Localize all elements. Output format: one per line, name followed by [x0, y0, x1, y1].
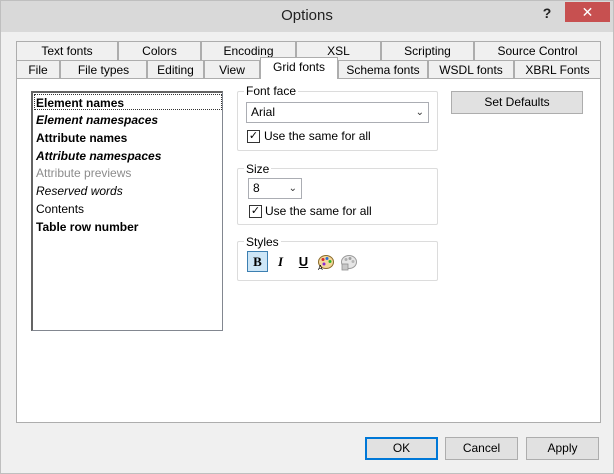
tab-view[interactable]: View — [204, 60, 260, 79]
tab-file[interactable]: File — [16, 60, 60, 79]
palette-icon: A — [317, 255, 334, 272]
chevron-down-icon: ⌄ — [415, 107, 424, 118]
tab-editing[interactable]: Editing — [147, 60, 204, 79]
tab-grid-fonts[interactable]: Grid fonts — [260, 57, 338, 79]
tab-text-fonts[interactable]: Text fonts — [16, 41, 118, 60]
background-palette-icon — [340, 255, 357, 271]
bold-button[interactable]: B — [247, 251, 268, 272]
size-same-checkbox[interactable]: ✓ — [249, 205, 262, 218]
set-defaults-button[interactable]: Set Defaults — [451, 91, 583, 114]
italic-button[interactable]: I — [270, 251, 291, 272]
tab-colors[interactable]: Colors — [118, 41, 201, 60]
font-face-value: Arial — [251, 105, 276, 119]
underline-button[interactable]: U — [293, 251, 314, 272]
font-face-same-checkbox[interactable]: ✓ — [247, 130, 260, 143]
svg-text:A: A — [318, 265, 323, 271]
font-face-label: Font face — [244, 84, 299, 98]
cancel-button[interactable]: Cancel — [445, 437, 518, 460]
options-dialog: Options ? ✕ Text fonts Colors Encoding X… — [0, 0, 614, 474]
list-item-reserved-words[interactable]: Reserved words — [36, 183, 123, 199]
styles-label: Styles — [244, 235, 281, 249]
list-item-attribute-namespaces[interactable]: Attribute namespaces — [36, 148, 161, 164]
tab-schema-fonts[interactable]: Schema fonts — [338, 60, 428, 79]
chevron-down-icon: ⌄ — [288, 183, 297, 194]
tab-scripting[interactable]: Scripting — [381, 41, 474, 60]
size-same-label: Use the same for all — [265, 204, 372, 218]
list-item-attribute-names[interactable]: Attribute names — [36, 130, 127, 146]
close-button[interactable]: ✕ — [565, 2, 610, 22]
list-item-element-namespaces[interactable]: Element namespaces — [36, 112, 158, 128]
font-target-list[interactable]: Element names Element namespaces Attribu… — [31, 91, 223, 331]
list-item-element-names[interactable]: Element names — [34, 94, 222, 110]
text-color-button[interactable]: A — [315, 251, 336, 272]
font-face-select[interactable]: Arial ⌄ — [246, 102, 429, 123]
list-item-table-row-number[interactable]: Table row number — [36, 219, 138, 235]
size-value: 8 — [253, 181, 260, 195]
tab-row-2: File File types Editing View Grid fonts … — [16, 57, 601, 79]
title-bar[interactable]: Options ? ✕ — [1, 1, 613, 32]
tab-source-control[interactable]: Source Control — [474, 41, 601, 60]
size-label: Size — [244, 162, 272, 176]
list-item-contents[interactable]: Contents — [36, 201, 84, 217]
font-face-same-label: Use the same for all — [264, 129, 371, 143]
apply-button[interactable]: Apply — [526, 437, 599, 460]
background-color-button[interactable] — [338, 251, 359, 272]
help-button[interactable]: ? — [535, 3, 559, 23]
size-select[interactable]: 8 ⌄ — [248, 178, 302, 199]
tab-file-types[interactable]: File types — [60, 60, 147, 79]
ok-button[interactable]: OK — [365, 437, 438, 460]
window-title: Options — [281, 7, 333, 24]
tab-wsdl-fonts[interactable]: WSDL fonts — [428, 60, 514, 79]
list-item-attribute-previews[interactable]: Attribute previews — [36, 165, 131, 181]
tab-xbrl-fonts[interactable]: XBRL Fonts — [514, 60, 601, 79]
